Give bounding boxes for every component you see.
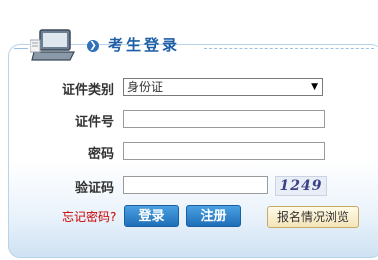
id-type-label: 证件类别 [61, 83, 114, 98]
password-label: 密码 [87, 147, 114, 162]
captcha-image[interactable]: 1249 [275, 176, 327, 196]
forgot-password-link[interactable]: 忘记密码? [62, 208, 116, 225]
laptop-icon [30, 29, 75, 61]
header-divider-right [204, 48, 374, 49]
id-type-select[interactable]: 身份证 ▼ [123, 78, 323, 96]
captcha-input[interactable] [123, 176, 268, 194]
header-divider-left [14, 48, 28, 49]
register-button[interactable]: 注册 [186, 205, 241, 227]
password-input[interactable] [123, 142, 325, 160]
id-number-label: 证件号 [74, 115, 114, 130]
chevron-right-icon: ❯ [87, 40, 99, 52]
page-title: 考生登录 [108, 36, 181, 54]
browse-registration-button[interactable]: 报名情况浏览 [267, 206, 359, 228]
login-button[interactable]: 登录 [124, 205, 179, 227]
id-type-selected-value: 身份证 [127, 80, 164, 94]
id-number-input[interactable] [123, 110, 325, 128]
dropdown-arrow-icon: ▼ [311, 82, 318, 92]
captcha-label: 验证码 [74, 181, 114, 196]
